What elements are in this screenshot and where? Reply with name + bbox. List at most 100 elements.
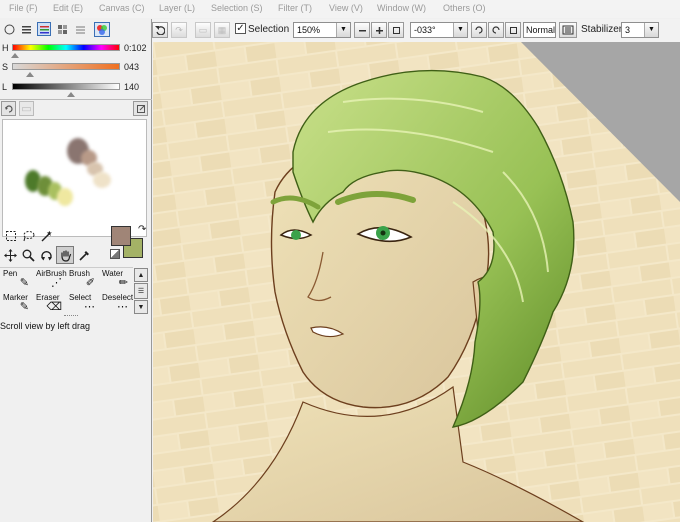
scratchpad-expand-icon[interactable] [133,101,148,116]
canvas-viewport[interactable] [153,42,680,522]
rect-select-icon[interactable] [2,228,19,244]
eraser-icon: ⌫ [46,301,62,313]
rotate-icon[interactable] [38,247,55,263]
swatch-blob [57,188,73,206]
undo-icon[interactable] [152,22,168,38]
scratchpad-bar: ▭ [0,99,152,118]
blend-mode-value: Normal [526,25,556,35]
brush-brush[interactable]: Brush ✐ [67,269,99,291]
menu-edit[interactable]: Edit (E) [53,3,83,13]
color-swatch-area: ↷ [108,224,150,268]
menu-view[interactable]: View (V) [329,3,363,13]
rotate-reset-icon[interactable] [505,22,521,38]
brush-airbrush[interactable]: AirBrush ⋰ [34,269,67,291]
hsv-sliders-icon[interactable] [37,22,51,36]
lightness-slider[interactable]: L 140 [0,81,152,99]
swap-colors-icon[interactable]: ↷ [138,224,146,235]
menu-bar: File (F) Edit (E) Canvas (C) Layer (L) S… [0,0,680,18]
hand-icon[interactable] [56,246,74,264]
chevron-down-icon: ▼ [453,23,467,37]
brush-marker[interactable]: Marker ✎ [1,293,33,315]
left-panel: H 0:102 S 043 L 140 ▭ ↷ Pen ✎ AirBrush ⋰… [0,19,152,522]
move-icon[interactable] [2,247,19,263]
stabilizer-value: 3 [625,25,631,35]
view-toolbar: ↷ ▭ ▦ ✓ Selection 150% ▼ -033° ▼ Normal St… [152,19,680,42]
saturation-slider[interactable]: S 043 [0,61,152,79]
hue-value: 0:102 [124,43,147,53]
selection-checkbox[interactable]: ✓ [235,23,246,34]
scroll-down-icon[interactable]: ▼ [134,300,148,314]
brush-icon: ✐ [85,277,95,289]
brush-deselect[interactable]: Deselect ⋯ [100,293,133,315]
color-mode-bar [0,22,152,38]
right-pupil [380,230,386,236]
marker-icon: ✎ [19,301,29,313]
chevron-down-icon: ▼ [336,23,350,37]
brush-select[interactable]: Select ⋯ [67,293,99,315]
saturation-track[interactable] [12,63,120,70]
saturation-value: 043 [124,62,140,72]
blend-mode-dropdown[interactable]: Normal [523,22,556,38]
zoom-icon[interactable] [20,247,37,263]
hue-slider[interactable]: H 0:102 [0,42,152,60]
scratchpad-size-icon[interactable]: ▭ [19,101,34,116]
brush-water[interactable]: Water ✏ [100,269,132,291]
chevron-down-icon: ▼ [644,23,658,37]
hue-track[interactable] [12,44,120,51]
menu-selection[interactable]: Selection (S) [211,3,263,13]
zoom-value: 150% [297,25,321,35]
menu-file[interactable]: File (F) [9,3,38,13]
menu-layer[interactable]: Layer (L) [159,3,195,13]
color-wheel-icon[interactable] [2,22,16,36]
user-swatch-icon[interactable] [73,22,87,36]
zoom-in-icon[interactable] [371,22,387,38]
stabilizer-label: Stabilizer [581,24,623,35]
status-text: Scroll view by left drag [0,321,91,331]
brush-label: Pen [3,269,18,278]
brush-grid: Pen ✎ AirBrush ⋰ Brush ✐ Water ✏ Marker ✎ Era… [0,267,133,316]
rotation-value: -033° [414,25,436,35]
menu-canvas[interactable]: Canvas (C) [99,3,145,13]
flip-horizontal-icon[interactable] [559,22,577,38]
invert-selection-icon[interactable]: ▦ [214,22,230,38]
brush-pen[interactable]: Pen ✎ [1,269,33,291]
scroll-up-icon[interactable]: ▲ [134,268,148,282]
menu-filter[interactable]: Filter (T) [278,3,312,13]
deselect-all-icon[interactable]: ▭ [195,22,211,38]
zoom-out-icon[interactable] [354,22,370,38]
color-scratchpad[interactable] [2,119,147,237]
pen-icon: ✎ [19,277,29,289]
rotate-ccw-icon[interactable] [471,22,487,38]
hue-label: H [2,43,9,53]
color-mixer-icon[interactable] [94,22,110,37]
menu-others[interactable]: Others (O) [443,3,486,13]
left-iris [291,230,301,240]
water-icon: ✏ [118,277,128,289]
lightness-track[interactable] [12,83,120,90]
magic-wand-icon[interactable] [38,228,55,244]
zoom-dropdown[interactable]: 150% ▼ [293,22,351,38]
lightness-label: L [2,82,8,92]
lightness-thumb[interactable] [67,92,76,97]
select-icon: ⋯ [84,301,95,313]
palette-icon[interactable] [55,22,69,36]
rgb-sliders-icon[interactable] [19,22,33,36]
stabilizer-dropdown[interactable]: 3 ▼ [621,22,659,38]
rotation-dropdown[interactable]: -033° ▼ [410,22,468,38]
saturation-thumb[interactable] [26,72,35,77]
zoom-reset-icon[interactable] [388,22,404,38]
eyedropper-icon[interactable] [76,247,93,263]
brush-eraser[interactable]: Eraser ⌫ [34,293,66,315]
artwork-canvas[interactable] [153,42,680,522]
splitter-grip[interactable] [64,315,78,318]
rotate-cw-icon[interactable] [488,22,504,38]
transparent-color-icon[interactable] [110,249,120,259]
lasso-icon[interactable] [20,228,37,244]
clear-scratchpad-icon[interactable] [1,101,16,116]
list-view-icon[interactable]: ☰ [134,283,148,299]
hue-thumb[interactable] [11,53,20,58]
redo-icon[interactable]: ↷ [171,22,187,38]
saturation-label: S [2,62,9,72]
menu-window[interactable]: Window (W) [377,3,426,13]
primary-color-swatch[interactable] [111,226,131,246]
